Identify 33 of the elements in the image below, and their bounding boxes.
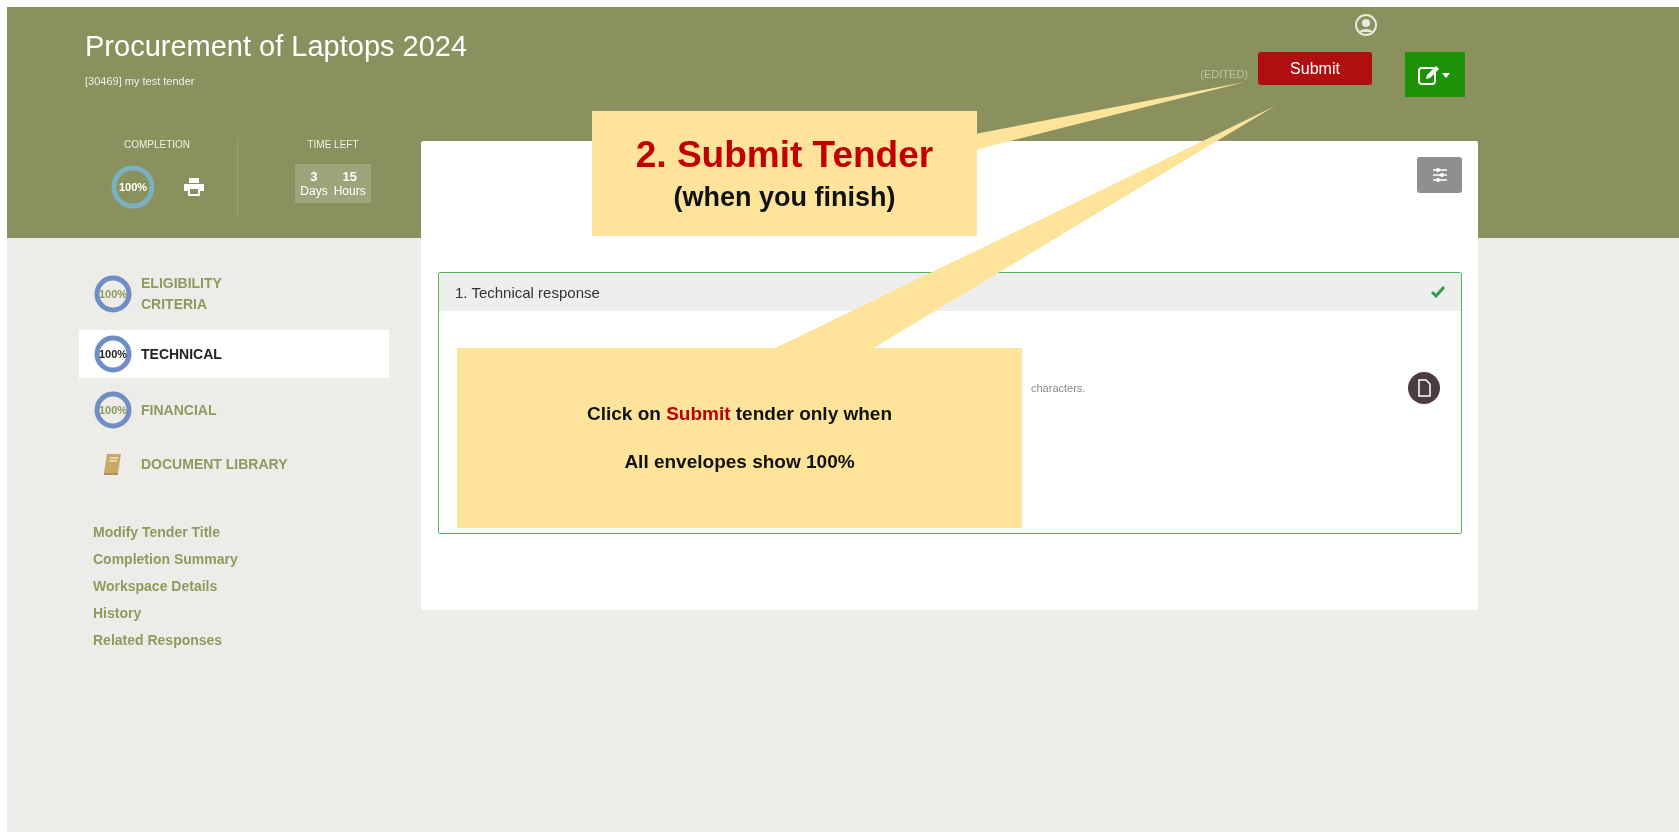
section-title[interactable]: 1. Technical response: [455, 283, 600, 301]
callout-text: Click on Submit tender only when: [586, 403, 893, 425]
progress-ring: 100%: [93, 390, 133, 430]
settings-button[interactable]: [1417, 157, 1462, 193]
envelope-tab[interactable]: 100% FINANCIAL: [79, 386, 389, 434]
callout-text: All envelopes show 100%: [624, 451, 855, 473]
callout-title: 2. Submit Tender: [635, 134, 934, 176]
progress-ring: 100%: [93, 334, 133, 374]
time-left-label: TIME LEFT: [307, 139, 359, 150]
sidebar-link[interactable]: Completion Summary: [93, 551, 238, 567]
envelope-tab[interactable]: 100% TECHNICAL: [79, 330, 389, 378]
document-icon[interactable]: [1407, 371, 1441, 405]
sidebar-link[interactable]: History: [93, 605, 142, 621]
countdown: 3 Days 15 Hours: [295, 164, 371, 203]
edited-status: (EDITED): [1200, 68, 1248, 80]
print-icon[interactable]: [184, 178, 204, 196]
envelope-tab[interactable]: 100% ELIGIBILITY CRITERIA: [79, 266, 389, 322]
sidebar-link[interactable]: Modify Tender Title: [93, 524, 221, 540]
tender-subtitle: [30469] my test tender: [85, 75, 196, 87]
hint-text: characters.: [1031, 382, 1086, 394]
edit-icon: [1418, 63, 1452, 86]
tender-title: Procurement of Laptops 2024: [85, 30, 468, 63]
progress-ring: 100%: [93, 274, 133, 314]
sidebar-link[interactable]: Workspace Details: [93, 578, 218, 594]
edit-menu-button[interactable]: [1405, 52, 1465, 97]
callout-subtitle: (when you finish): [673, 182, 896, 213]
settings-icon: [1431, 168, 1448, 182]
document-library-link[interactable]: DOCUMENT LIBRARY: [79, 442, 389, 486]
user-icon[interactable]: [1355, 14, 1377, 36]
sidebar-link[interactable]: Related Responses: [93, 632, 223, 648]
submit-button[interactable]: Submit: [1258, 52, 1372, 85]
completion-ring: 100%: [110, 164, 156, 210]
completion-label: COMPLETION: [123, 139, 191, 150]
